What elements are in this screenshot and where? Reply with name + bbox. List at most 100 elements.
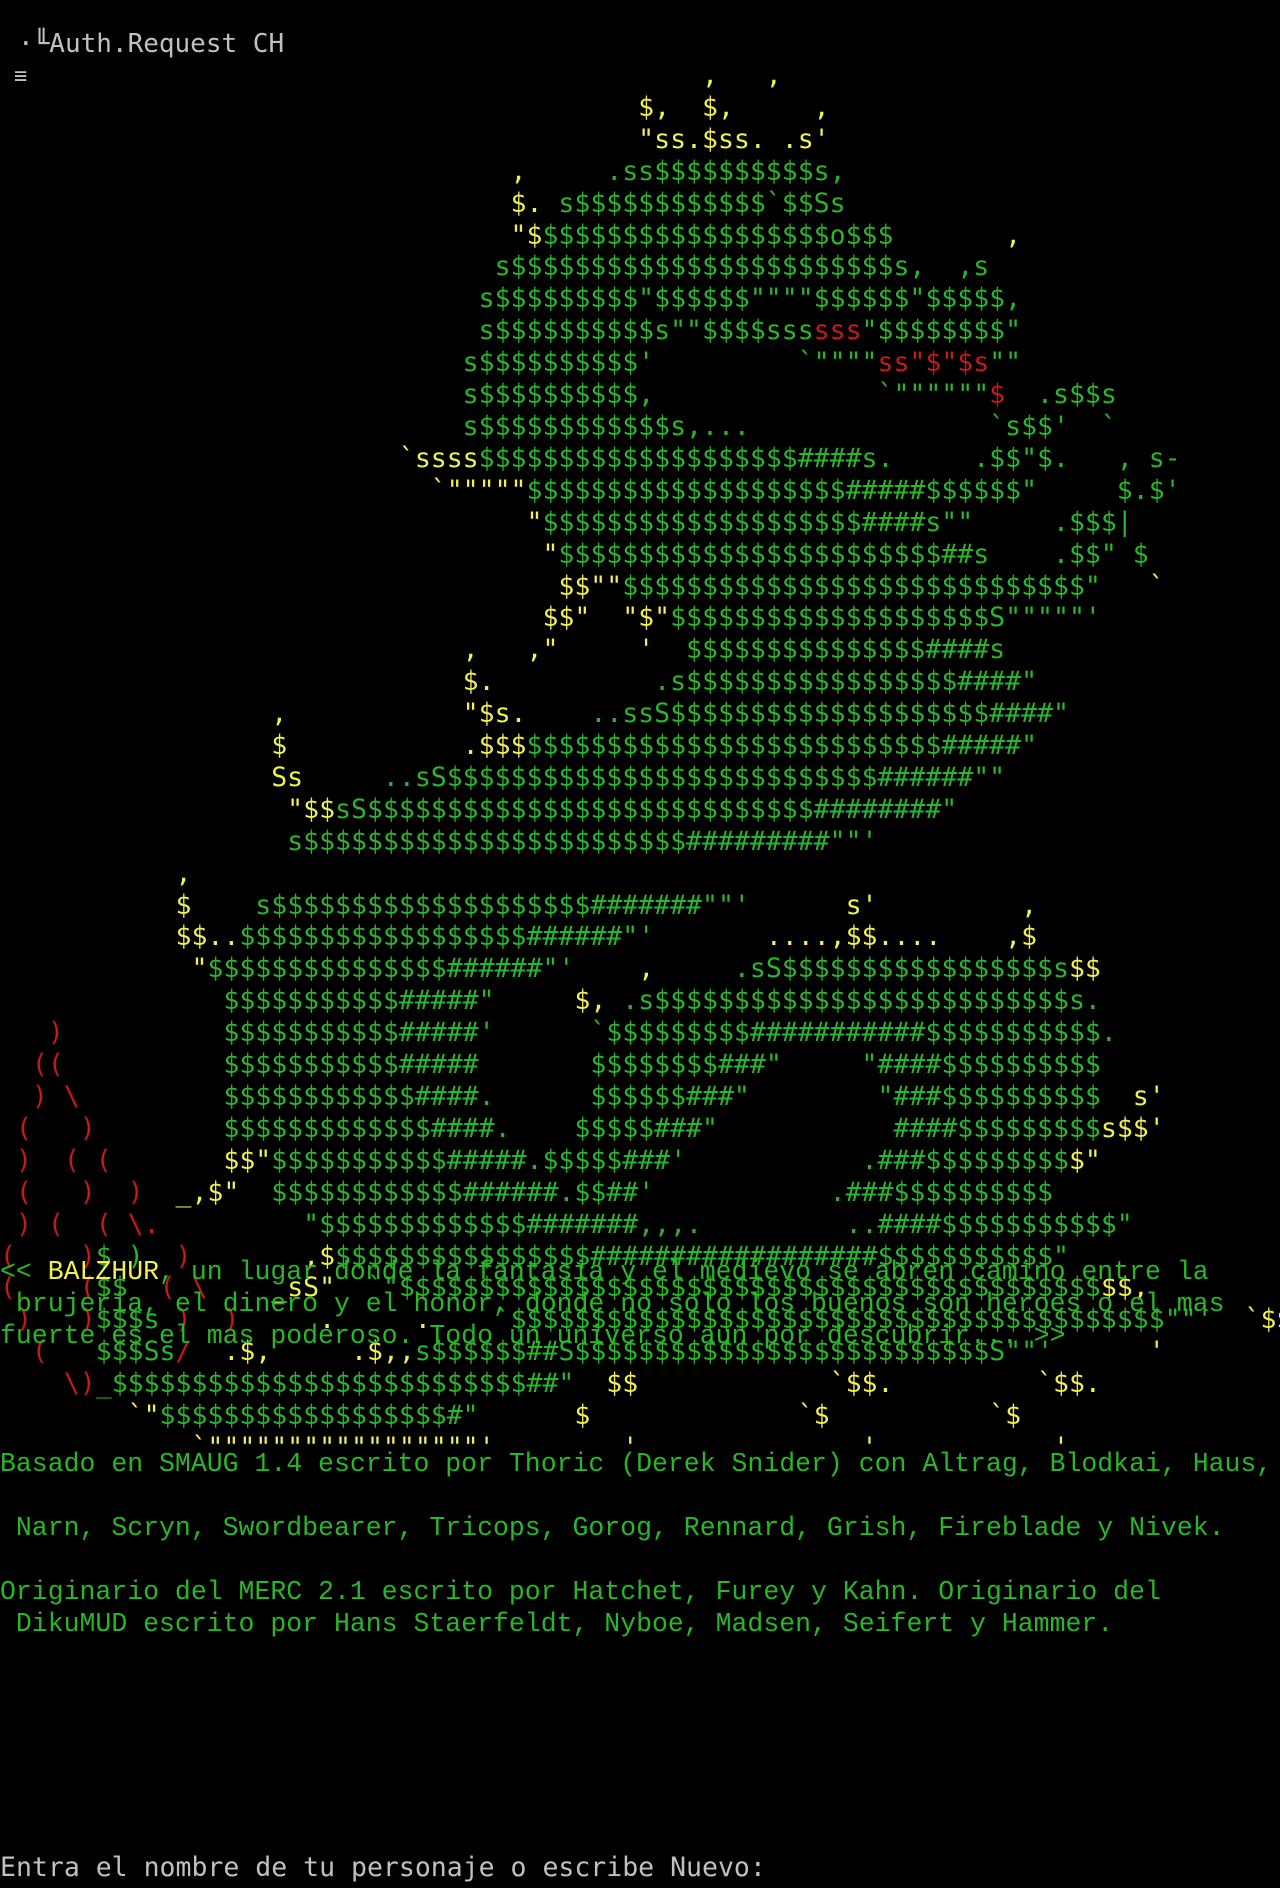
banner-line: \)_$$$$$$$$$$$$$$$$$$$$$$$$$$##" $$ `$$.… xyxy=(0,1368,1101,1399)
credits-line-2: Narn, Scryn, Swordbearer, Tricops, Gorog… xyxy=(0,1513,1225,1543)
terminal-title: ·╙Auth.Request CH xyxy=(18,29,285,59)
banner-segment: $$$$$$$$$$$$$$$######"' xyxy=(207,953,591,985)
banner-segment: s' , xyxy=(845,889,1038,921)
banner-segment: "$$ xyxy=(0,793,336,825)
banner-segment: $$"" xyxy=(0,570,623,602)
banner-line: , xyxy=(0,858,191,889)
banner-segment: $$$$$$$$$$$$####. $$$$$$###" "###$$$$$$$… xyxy=(79,1081,1101,1112)
banner-segment: " xyxy=(0,953,208,985)
banner-segment: $ .$$$ xyxy=(0,730,527,762)
banner-segment: $$$$$$$$$$$$$$$$$$#" xyxy=(159,1400,479,1432)
banner-line: "$$$$$$$$$$$$$$$$$$$o$$$ , xyxy=(0,219,1022,251)
banner-line: $, $, , xyxy=(0,91,830,123)
banner-segment: $$$$$$$$$$$##### $$$$$$$$###" "####$$$$$… xyxy=(63,1049,1101,1081)
banner-segment: \) xyxy=(0,1368,96,1400)
banner-line: $ .$$$$$$$$$$$$$$$$$$$$$$$$$$$$$#####" xyxy=(0,730,1037,761)
intro-line-1: , un lugar donde la fantasia y el mediev… xyxy=(159,1257,1209,1287)
banner-segment: sS$$$$$$$$$$$$$$$$$$$$$$$$$$$$########" xyxy=(335,793,958,825)
banner-segment: $$$$$$$$$$$$$$$####s xyxy=(686,634,1006,666)
banner-segment: $$$$$$$$$$$$$####. $$$$$###" ####$$$$$$$… xyxy=(95,1112,1101,1144)
banner-segment: $ xyxy=(989,379,1006,411)
banner-line: s$$$$$$$$$$$$$$$$$$$$$$$$#########""' xyxy=(0,825,878,857)
banner-line: $$""$$$$$$$$$$$$$$$$$$$$$$$$$$$$$" ` xyxy=(0,570,1165,602)
banner-segment: ..ssS$$$$$$$$$$$$$$$$$$$$####" xyxy=(590,698,1069,730)
banner-line: s$$$$$$$$$$$$$$$$$$$$$$$$s, ,s xyxy=(0,251,990,282)
banner-segment: $$" xyxy=(223,1144,272,1176)
login-prompt: Entra el nombre de tu personaje o escrib… xyxy=(0,1852,766,1883)
banner-segment: .ss$$$$$$$$$$s, xyxy=(606,155,846,187)
banner-line: `ssss$$$$$$$$$$$$$$$$$$$$####s. .$$"$. ,… xyxy=(0,443,1181,474)
banner-segment: $$$$$$$$$$$$$$$$$$$$S"""""' xyxy=(670,602,1101,634)
banner-segment: $$$$$$$$$$$$$$$$$$$$####s"" .$$$| xyxy=(542,506,1133,538)
banner-segment: s$$$$$$$$$$$$s,... `s$$' ` xyxy=(0,410,1117,442)
banner-segment: , xyxy=(893,219,1022,251)
banner-segment: Ss xyxy=(0,761,383,793)
banner-segment: $$$$$$$$$$$$$$$$$$$$#####$$$$$$" $.$' xyxy=(526,474,1181,506)
banner-segment: " xyxy=(0,506,543,538)
banner-segment: _$$$$$$$$$$$$$$$$$$$$$$$$$$##" xyxy=(95,1368,575,1400)
dragon-ascii-art: , , $, $, , "ss.$ss. .s' , .ss$$$$$$$$$$… xyxy=(0,60,1280,1464)
banner-segment: `ssss xyxy=(0,442,479,474)
credits-line-3: Originario del MERC 2.1 escrito por Hatc… xyxy=(0,1577,1161,1607)
banner-segment: ss"$"$s xyxy=(877,347,990,379)
banner-segment: s$$' xyxy=(1100,1112,1165,1144)
banner-segment: ` xyxy=(1100,570,1165,602)
banner-line: , "$s. ..ssS$$$$$$$$$$$$$$$$$$$$####" xyxy=(0,698,1069,729)
banner-segment: $$$$$$$$$$$#####" xyxy=(0,985,575,1017)
banner-segment: ) xyxy=(0,1017,64,1049)
banner-line: s$$$$$$$$$$s""$$$$ssssss"$$$$$$$$" xyxy=(0,315,1021,346)
banner-segment: ) \ xyxy=(0,1081,80,1112)
banner-segment: s$$$$$$$$$$$$`$$Ss xyxy=(558,187,846,219)
banner-line: s$$$$$$$$$$$$s,... `s$$' ` xyxy=(0,411,1117,442)
banner-segment: $$$$$$$$$$$$$$$$$$######"' xyxy=(239,921,766,953)
banner-segment xyxy=(112,1145,224,1176)
banner-line: ) \ $$$$$$$$$$$$####. $$$$$$###" "###$$$… xyxy=(0,1081,1165,1112)
intro-line-3: fuerte es el mas poderoso. Todo un unive… xyxy=(0,1321,1066,1351)
banner-line: ( ) $$$$$$$$$$$$$####. $$$$$###" ####$$$… xyxy=(0,1113,1165,1144)
banner-segment: "" xyxy=(989,347,1022,379)
banner-segment: , xyxy=(0,857,192,889)
banner-segment: $$$$$$$$$$$$$$$$$$$$$$$$$$#####" xyxy=(526,730,1038,762)
banner-segment: (( xyxy=(0,1049,64,1081)
banner-line: s$$$$$$$$$$, `""""""$ .s$$s xyxy=(0,379,1117,410)
banner-segment: , xyxy=(590,953,734,985)
banner-line: $. .s$$$$$$$$$$$$$$$$$####" xyxy=(0,666,1037,697)
banner-segment: `" xyxy=(0,1400,160,1432)
banner-segment: s' xyxy=(1100,1081,1165,1112)
banner-segment: "$$$$$$$$" xyxy=(861,315,1022,347)
banner-line: $. s$$$$$$$$$$$$`$$Ss xyxy=(0,188,846,219)
banner-segment: ..sS$$$$$$$$$$$$$$$$$$$$$$$$$$$######"" xyxy=(382,761,1006,793)
banner-line: , .ss$$$$$$$$$$s, xyxy=(0,156,846,187)
banner-segment: `""""" xyxy=(0,474,527,506)
banner-line: ) ( ( $$"$$$$$$$$$$$#####.$$$$$###' .###… xyxy=(0,1145,1101,1176)
banner-line: $$$$$$$$$$$#####" $, .s$$$$$$$$$$$$$$$$$… xyxy=(0,985,1101,1016)
banner-segment: .s$$$$$$$$$$$$$$$$$$$$$$$$$$s. xyxy=(606,985,1101,1017)
banner-line: ) ( ( \. "$$$$$$$$$$$$$#######,,,. ..###… xyxy=(0,1209,1133,1240)
banner-segment: $, xyxy=(574,985,607,1017)
banner-line: "$$$$$$$$$$$$$$$$$$$$####s"" .$$$| xyxy=(0,506,1133,538)
banner-segment: _,$" xyxy=(143,1176,240,1208)
banner-segment: "$$$$$$$$$$$$$#######,,,. ..####$$$$$$$$… xyxy=(159,1208,1133,1240)
credits-line-1: Basado en SMAUG 1.4 escrito por Thoric (… xyxy=(0,1449,1273,1479)
banner-segment: s$$$$$$$$$$$$$$$$$$$$$$$$#########""' xyxy=(287,825,878,857)
banner-line: ) $$$$$$$$$$$#####' `$$$$$$$$$##########… xyxy=(0,1017,1117,1048)
banner-segment: $$ xyxy=(1068,953,1101,985)
banner-segment: " xyxy=(0,538,559,570)
banner-segment: .s$$s xyxy=(1005,379,1117,411)
banner-segment: ) ( ( xyxy=(0,1144,112,1176)
banner-segment: $$" "$" xyxy=(0,602,671,634)
intro-line-2: brujeria, el dinero y el honor, donde no… xyxy=(0,1289,1225,1319)
banner-line: $$..$$$$$$$$$$$$$$$$$$######"' ....,$$..… xyxy=(0,921,1037,952)
banner-segment: sss xyxy=(813,315,862,347)
banner-segment: ) ( ( \. xyxy=(0,1208,160,1240)
banner-segment: $$$$$$$$$$$$$$$$$$$$$$$$##s .$$" $ xyxy=(558,538,1149,570)
banner-segment: $$$$$$$$$$$$$$$$$$$$####s. .$$"$. , s- xyxy=(478,442,1181,474)
banner-line: (( $$$$$$$$$$$##### $$$$$$$$###" "####$$… xyxy=(0,1049,1101,1080)
banner-segment xyxy=(0,826,287,857)
banner-segment: s$$$$$$$$$"$$$$$$""""$$$$$$"$$$$$, xyxy=(0,283,1022,315)
banner-line: $$" "$"$$$$$$$$$$$$$$$$$$$$S"""""' xyxy=(0,602,1101,634)
banner-segment: s$$$$$$$$$$, `"""""" xyxy=(0,379,990,411)
banner-segment: s$$$$$$$$$$s""$$$$sss xyxy=(0,315,814,347)
banner-segment: s$$$$$$$$$$' `"""" xyxy=(0,347,878,379)
banner-segment: $, $, , xyxy=(0,91,830,123)
